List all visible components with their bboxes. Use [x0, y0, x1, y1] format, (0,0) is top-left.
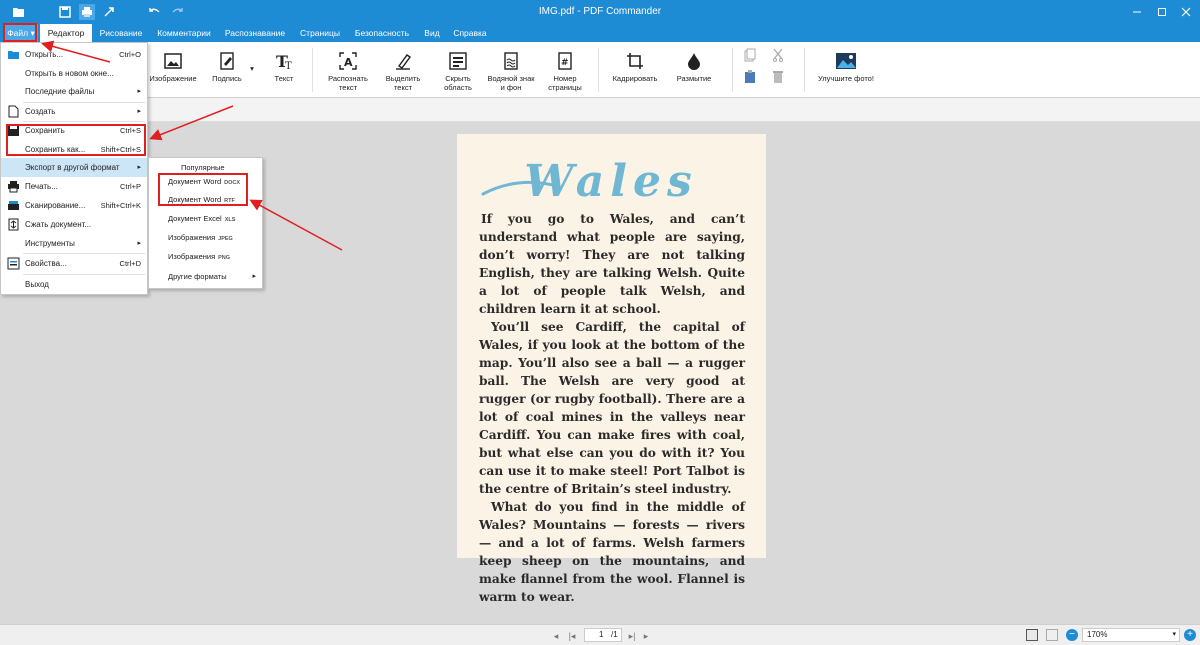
cut-icon[interactable]: [772, 48, 788, 62]
annotation-box-file: [3, 23, 37, 42]
delete-icon[interactable]: [772, 70, 788, 84]
menu-item-open-new-window[interactable]: Открыть в новом окне...: [1, 64, 147, 83]
crop-button[interactable]: Кадрировать: [606, 50, 664, 83]
tab-recognition[interactable]: Распознавание: [221, 24, 289, 42]
highlighter-icon: [392, 50, 414, 72]
menu-item-create[interactable]: Создать ▸: [1, 102, 147, 121]
file-menu: Открыть... Ctrl+O Открыть в новом окне...…: [0, 42, 148, 295]
crop-icon: [624, 50, 646, 72]
maximize-icon[interactable]: [1154, 4, 1170, 20]
two-page-view-icon[interactable]: [1046, 629, 1058, 641]
zoom-out-icon[interactable]: −: [1066, 629, 1078, 641]
chevron-right-icon: ▸: [137, 108, 141, 115]
ribbon-toolbar: Изображение Подпись ▾ TT Текст A Распозн…: [0, 42, 1200, 98]
submenu-item-png[interactable]: Изображения PNG: [149, 247, 262, 266]
zoom-select[interactable]: 170% ▾: [1082, 628, 1180, 642]
submenu-item-other-formats[interactable]: Другие форматы ▸: [149, 267, 262, 286]
paragraph: You’ll see Cardiff, the capital of Wales…: [479, 320, 745, 496]
tab-security[interactable]: Безопасность: [350, 24, 414, 42]
chevron-right-icon: ▸: [252, 273, 256, 280]
status-bar: ◂ |◂ 1 /1 ▸| ▸ − 170% ▾ +: [0, 624, 1200, 645]
tab-comments[interactable]: Комментарии: [153, 24, 215, 42]
print-icon: [8, 181, 19, 193]
select-text-button[interactable]: Выделить текст: [380, 50, 426, 92]
page-number-icon: #: [554, 50, 576, 72]
ribbon-separator: [804, 48, 805, 92]
document-page: Wales If you go to Wales, and can’t unde…: [457, 134, 766, 604]
chevron-right-icon: ▸: [137, 88, 141, 95]
copy-icon[interactable]: [744, 48, 760, 62]
menu-bar: Файл ▾ Редактор Рисование Комментарии Ра…: [0, 24, 1200, 42]
open-folder-icon: [8, 51, 19, 59]
new-document-icon: [8, 105, 19, 118]
menu-item-recent-files[interactable]: Последние файлы ▸: [1, 82, 147, 101]
paste-icon[interactable]: [744, 70, 760, 84]
droplet-icon: [683, 50, 705, 72]
scanner-icon: [8, 201, 19, 210]
page-number-field[interactable]: 1 /1: [584, 628, 622, 642]
signature-button[interactable]: Подпись: [206, 50, 248, 83]
paragraph: If you go to Wales, and can’t understand…: [479, 212, 745, 316]
next-page-icon[interactable]: ▸|: [626, 630, 638, 642]
tab-drawing[interactable]: Рисование: [95, 24, 147, 42]
image-button[interactable]: Изображение: [148, 50, 198, 83]
menu-item-scan[interactable]: Сканирование... Shift+Ctrl+K: [1, 196, 147, 215]
text-icon: TT: [273, 50, 295, 72]
svg-text:A: A: [344, 56, 353, 69]
menu-item-print[interactable]: Печать... Ctrl+P: [1, 177, 147, 196]
ribbon-separator: [598, 48, 599, 92]
chevron-down-icon: ▾: [1172, 631, 1176, 638]
ribbon-separator: [732, 48, 733, 92]
tab-editor[interactable]: Редактор: [40, 24, 92, 42]
title-bar: IMG.pdf - PDF Commander: [0, 0, 1200, 24]
properties-icon: [7, 257, 20, 270]
menu-item-tools[interactable]: Инструменты ▸: [1, 234, 147, 253]
blur-button[interactable]: Размытие: [670, 50, 718, 83]
compress-icon: [8, 218, 19, 231]
photo-icon: [835, 50, 857, 72]
menu-item-properties[interactable]: Свойства... Ctrl+D: [1, 254, 147, 273]
document-tab-bar: [0, 98, 1200, 122]
enhance-photo-button[interactable]: Улучшите фото!: [812, 50, 880, 83]
annotation-box-save: [6, 124, 146, 156]
menu-item-export[interactable]: Экспорт в другой формат ▸: [1, 158, 147, 177]
page-number-button[interactable]: # Номер страницы: [542, 50, 588, 92]
menu-item-compress[interactable]: Сжать документ...: [1, 215, 147, 234]
recognize-text-button[interactable]: A Распознать текст: [322, 50, 374, 92]
svg-text:Wales: Wales: [524, 156, 698, 207]
text-button[interactable]: TT Текст: [268, 50, 300, 83]
single-page-view-icon[interactable]: [1026, 629, 1038, 641]
chevron-right-icon: ▸: [137, 164, 141, 171]
recognize-text-icon: A: [337, 50, 359, 72]
signature-dropdown-icon[interactable]: ▾: [248, 64, 256, 73]
tab-pages[interactable]: Страницы: [296, 24, 344, 42]
chevron-right-icon: ▸: [137, 240, 141, 247]
signature-icon: [216, 50, 238, 72]
menu-item-open[interactable]: Открыть... Ctrl+O: [1, 45, 147, 64]
document-heading: Wales: [481, 156, 698, 207]
hide-area-button[interactable]: Скрыть область: [436, 50, 480, 92]
zoom-in-icon[interactable]: +: [1184, 629, 1196, 641]
previous-page-icon[interactable]: |◂: [566, 630, 578, 642]
watermark-button[interactable]: Водяной знак и фон: [484, 50, 538, 92]
last-page-icon[interactable]: ▸: [640, 630, 652, 642]
image-icon: [162, 50, 184, 72]
hide-area-icon: [447, 50, 469, 72]
minimize-icon[interactable]: [1129, 4, 1145, 20]
watermark-icon: [500, 50, 522, 72]
menu-item-exit[interactable]: Выход: [1, 275, 147, 294]
submenu-item-excel[interactable]: Документ Excel XLS: [149, 209, 262, 228]
document-body: If you go to Wales, and can’t understand…: [479, 210, 745, 606]
ribbon-separator: [312, 48, 313, 92]
svg-text:T: T: [285, 61, 292, 70]
svg-text:#: #: [561, 58, 569, 68]
tab-help[interactable]: Справка: [450, 24, 490, 42]
tab-view[interactable]: Вид: [420, 24, 444, 42]
window-title: IMG.pdf - PDF Commander: [538, 6, 662, 17]
submenu-item-jpeg[interactable]: Изображения JPEG: [149, 228, 262, 247]
annotation-box-word: [158, 173, 248, 206]
first-page-icon[interactable]: ◂: [550, 630, 562, 642]
paragraph: What do you find in the middle of Wales?…: [479, 500, 745, 604]
close-icon[interactable]: [1178, 4, 1194, 20]
